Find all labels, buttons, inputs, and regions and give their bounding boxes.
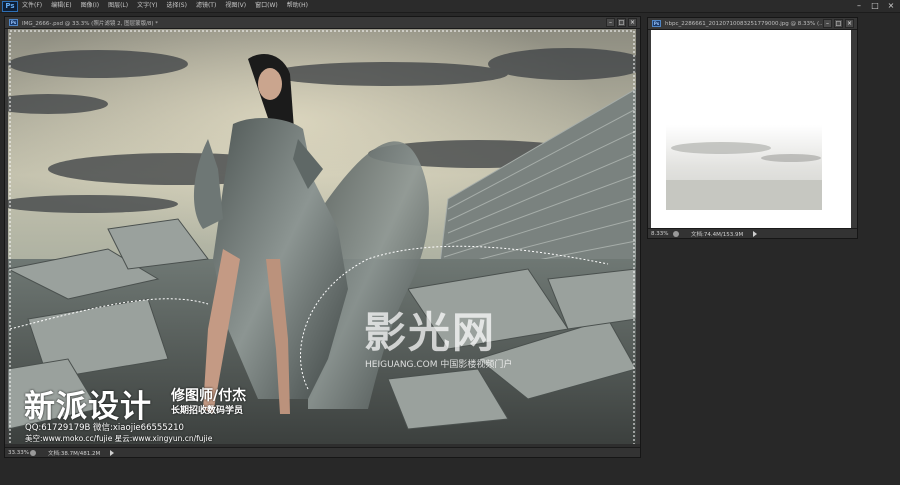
menu-select[interactable]: 选择(S) xyxy=(166,0,187,12)
second-canvas[interactable] xyxy=(651,30,851,229)
menu-view[interactable]: 视图(V) xyxy=(225,0,246,12)
close-icon[interactable]: × xyxy=(886,1,896,11)
restore-icon[interactable]: □ xyxy=(834,19,843,28)
status-menu-arrow-icon[interactable] xyxy=(110,449,115,456)
ps-file-icon: Ps xyxy=(9,19,18,26)
second-document-tab[interactable]: Ps hbpc_2286661_20120710083251779000.jpg… xyxy=(648,18,857,30)
restore-icon[interactable]: □ xyxy=(617,18,626,27)
second-doc-info: 文档:74.4M/153.9M xyxy=(691,231,744,238)
menu-help[interactable]: 帮助(H) xyxy=(287,0,308,12)
minimize-icon[interactable]: – xyxy=(823,19,832,28)
menu-layer[interactable]: 图层(L) xyxy=(108,0,128,12)
watermark-sites: 美空:www.moko.cc/fujie 星云:www.xingyun.cn/f… xyxy=(25,434,213,443)
restore-icon[interactable]: □ xyxy=(870,1,880,11)
main-doc-info: 文档:38.7M/481.2M xyxy=(48,450,101,457)
second-document-controls: – □ × xyxy=(823,19,854,28)
main-document-controls: – □ × xyxy=(606,18,637,27)
main-document-title: IMG_2666-.psd @ 33.3% (照片滤镜 2, 图层蒙版/8) * xyxy=(22,20,159,27)
menu-file[interactable]: 文件(F) xyxy=(22,0,42,12)
second-zoom-level[interactable]: 8.33% xyxy=(651,231,673,237)
menu-window[interactable]: 窗口(W) xyxy=(255,0,278,12)
menu-edit[interactable]: 编辑(E) xyxy=(51,0,71,12)
main-document-tab[interactable]: Ps IMG_2666-.psd @ 33.3% (照片滤镜 2, 图层蒙版/8… xyxy=(5,17,640,29)
share-icon[interactable] xyxy=(673,230,679,237)
watermark-brand: 新派设计 xyxy=(24,389,152,425)
minimize-icon[interactable]: – xyxy=(606,18,615,27)
app-window-controls: – □ × xyxy=(854,1,896,11)
photoshop-app: Ps 文件(F) 编辑(E) 图像(I) 图层(L) 文字(Y) 选择(S) 滤… xyxy=(0,0,900,485)
watermark-role: 修图师/付杰 xyxy=(171,388,247,404)
second-status-bar: 8.33% 文档:74.4M/153.9M xyxy=(648,228,857,238)
ps-logo-icon: Ps xyxy=(2,0,18,12)
site-logo: 影光网 xyxy=(364,308,497,357)
menu-bar: Ps 文件(F) 编辑(E) 图像(I) 图层(L) 文字(Y) 选择(S) 滤… xyxy=(0,0,900,13)
site-logo-sub: HEIGUANG.COM 中国影楼视频门户 xyxy=(365,360,513,370)
second-document-window: Ps hbpc_2286661_20120710083251779000.jpg… xyxy=(647,17,858,239)
main-canvas[interactable]: 影光网 HEIGUANG.COM 中国影楼视频门户 新派设计 修图师/付杰 长期… xyxy=(8,29,636,447)
close-icon[interactable]: × xyxy=(845,19,854,28)
menu-filter[interactable]: 滤镜(T) xyxy=(196,0,216,12)
close-icon[interactable]: × xyxy=(628,18,637,27)
second-canvas-artwork xyxy=(651,30,851,229)
minimize-icon[interactable]: – xyxy=(854,1,864,11)
watermark-sub: 长期招收数码学员 xyxy=(171,406,244,416)
main-status-bar: 33.33% 文档:38.7M/481.2M xyxy=(5,447,640,457)
second-document-title: hbpc_2286661_20120710083251779000.jpg @ … xyxy=(665,20,825,27)
ps-file-icon: Ps xyxy=(652,20,661,27)
menu-image[interactable]: 图像(I) xyxy=(81,0,99,12)
main-zoom-level[interactable]: 33.33% xyxy=(8,450,30,456)
menu-type[interactable]: 文字(Y) xyxy=(137,0,157,12)
main-document-window: Ps IMG_2666-.psd @ 33.3% (照片滤镜 2, 图层蒙版/8… xyxy=(4,16,641,458)
watermark-qq: QQ:61729179B 微信:xiaojie66555210 xyxy=(25,423,184,433)
share-icon[interactable] xyxy=(30,449,36,456)
status-menu-arrow-icon[interactable] xyxy=(753,230,758,237)
